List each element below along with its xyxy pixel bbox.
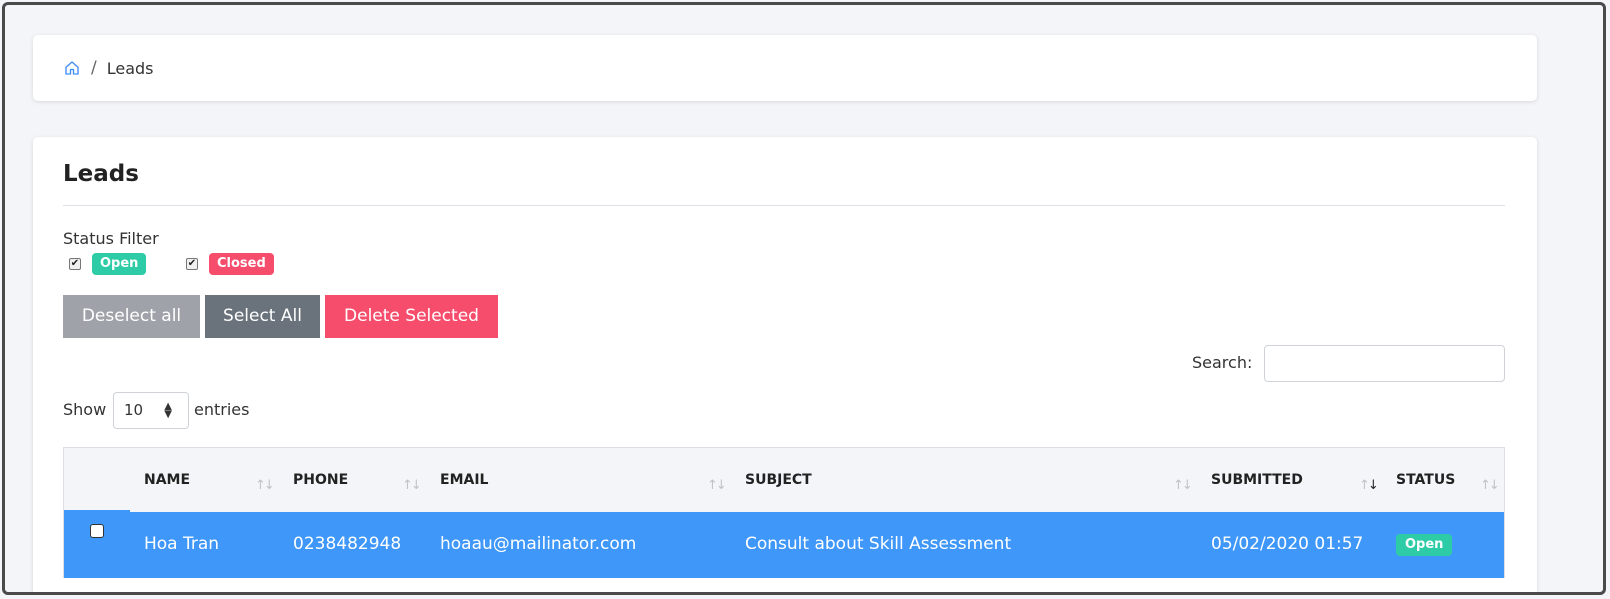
filter-open-checkbox[interactable]: ✔ (69, 258, 81, 270)
select-arrows-icon: ▲ ▼ (164, 401, 172, 420)
filter-closed-badge: Closed (209, 253, 274, 275)
cell-phone: 0238482948 (293, 534, 402, 554)
cell-name: Hoa Tran (144, 534, 220, 554)
deselect-all-button[interactable]: Deselect all (63, 295, 200, 338)
status-filter-label: Status Filter (63, 229, 159, 248)
leads-card: Leads Status Filter ✔ Open ✔ Closed Dese… (33, 137, 1537, 592)
column-name[interactable]: NAME (144, 472, 190, 488)
row-select-indicator (64, 510, 130, 512)
search-label: Search: (1192, 353, 1253, 372)
sort-icon[interactable]: ↑↓ (707, 478, 727, 493)
breadcrumb-separator: / (91, 58, 97, 78)
table-row[interactable]: Hoa Tran 0238482948 hoaau@mailinator.com… (64, 510, 1504, 578)
breadcrumb: / Leads (33, 35, 1537, 101)
entries-length-select[interactable]: 10 ▲ ▼ (113, 392, 189, 429)
cell-email: hoaau@mailinator.com (440, 534, 637, 554)
home-icon[interactable] (63, 59, 81, 77)
cell-subject: Consult about Skill Assessment (745, 534, 1012, 554)
column-submitted[interactable]: SUBMITTED (1211, 472, 1303, 488)
delete-selected-button[interactable]: Delete Selected (325, 295, 498, 338)
filter-open-badge: Open (92, 253, 147, 275)
row-checkbox[interactable] (90, 524, 104, 538)
status-badge: Open (1396, 534, 1453, 556)
divider (63, 205, 1505, 206)
cell-submitted: 05/02/2020 01:57 (1211, 534, 1364, 554)
column-email[interactable]: EMAIL (440, 472, 488, 488)
select-all-button[interactable]: Select All (205, 295, 320, 338)
leads-table: NAME ↑↓ PHONE ↑↓ EMAIL ↑↓ SUBJECT ↑↓ SUB… (63, 447, 1505, 578)
search-input[interactable] (1264, 345, 1505, 382)
table-header: NAME ↑↓ PHONE ↑↓ EMAIL ↑↓ SUBJECT ↑↓ SUB… (64, 448, 1504, 512)
entries-label: entries (194, 400, 250, 419)
browser-frame: / Leads Leads Status Filter ✔ Open ✔ Clo… (2, 2, 1606, 595)
filter-closed-checkbox[interactable]: ✔ (186, 258, 198, 270)
column-subject[interactable]: SUBJECT (745, 472, 812, 488)
breadcrumb-current: Leads (106, 58, 154, 78)
column-status[interactable]: STATUS (1396, 472, 1455, 488)
sort-icon[interactable]: ↑↓ (402, 478, 422, 493)
page-title: Leads (63, 161, 139, 187)
sort-icon[interactable]: ↑↓ (1173, 478, 1193, 493)
sort-desc-icon[interactable]: ↑↓ (1359, 478, 1379, 493)
sort-icon[interactable]: ↑↓ (255, 478, 275, 493)
column-phone[interactable]: PHONE (293, 472, 348, 488)
sort-icon[interactable]: ↑↓ (1480, 478, 1500, 493)
show-label: Show (63, 400, 107, 419)
entries-length-value: 10 (124, 401, 144, 419)
